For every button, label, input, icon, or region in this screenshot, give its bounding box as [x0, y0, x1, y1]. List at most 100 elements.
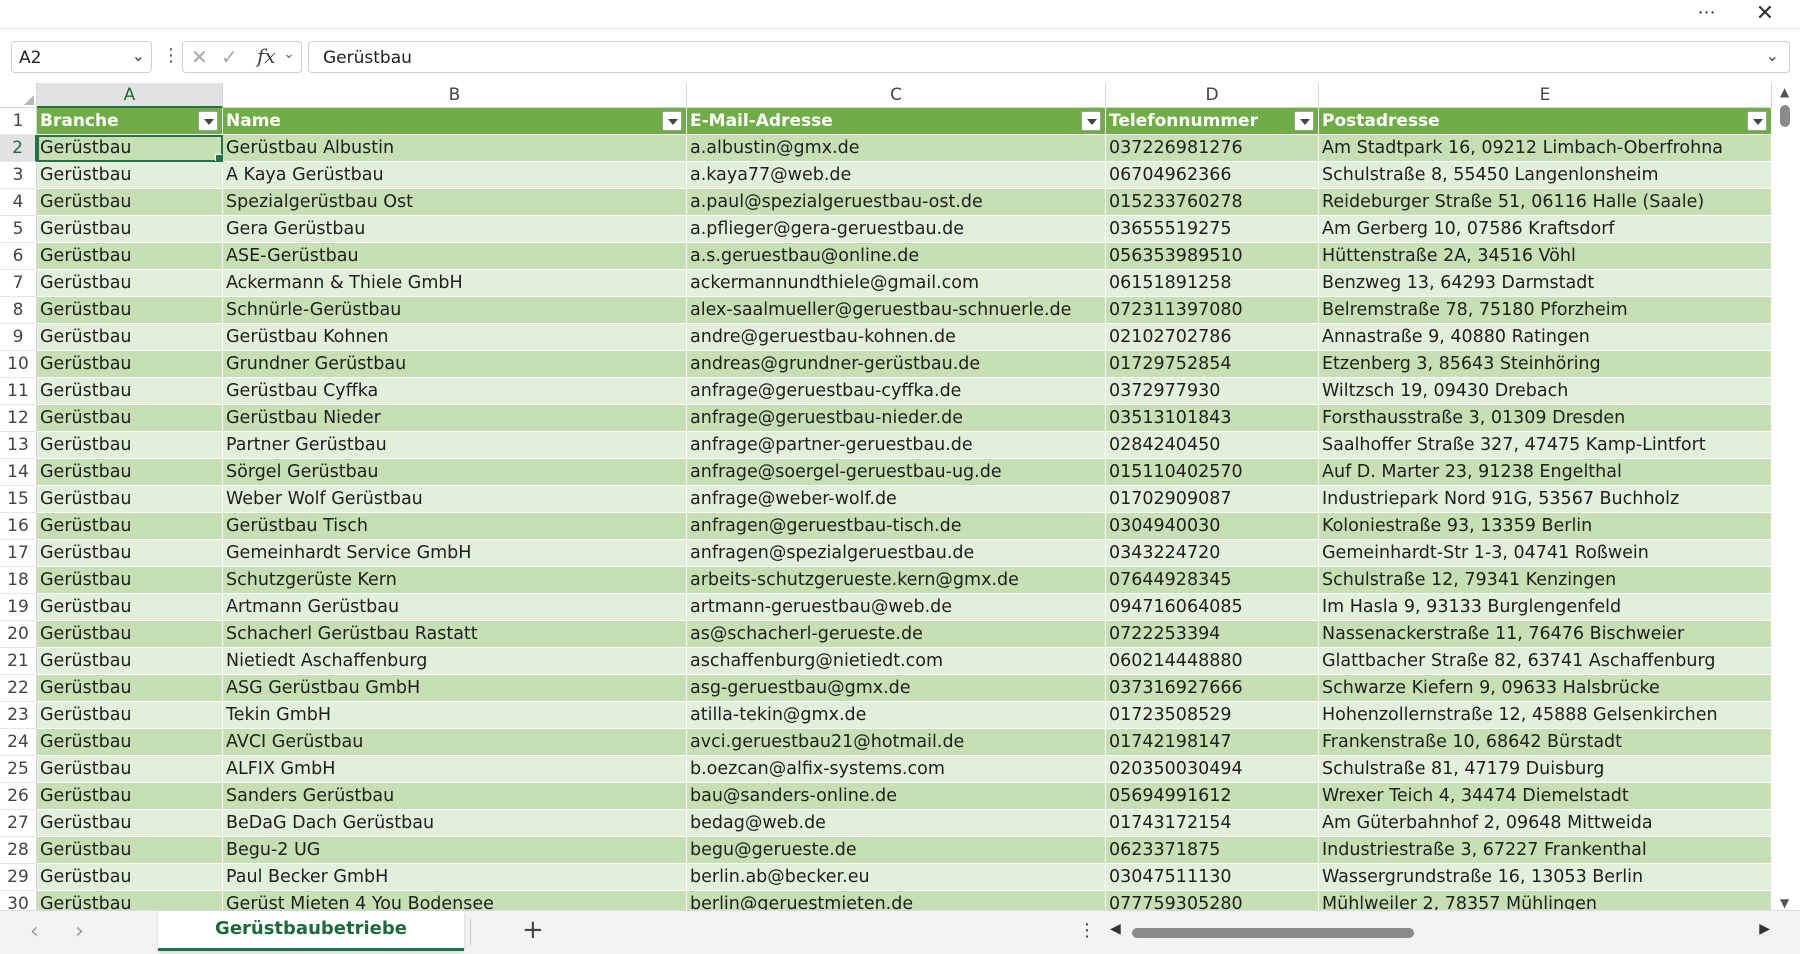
table-cell[interactable]: 0722253394 [1106, 621, 1319, 648]
filter-dropdown-icon[interactable] [198, 111, 218, 131]
table-cell[interactable]: andreas@grundner-gerüstbau.de [687, 351, 1106, 378]
table-cell[interactable]: 015110402570 [1106, 459, 1319, 486]
table-cell[interactable]: Artmann Gerüstbau [223, 594, 687, 621]
table-cell[interactable]: 06151891258 [1106, 270, 1319, 297]
row-number[interactable]: 10 [0, 351, 37, 378]
row-number[interactable]: 26 [0, 783, 37, 810]
select-all-corner[interactable] [0, 83, 37, 108]
table-cell[interactable]: avci.geruestbau21@hotmail.de [687, 729, 1106, 756]
table-cell[interactable]: Gerüstbau Cyffka [223, 378, 687, 405]
table-cell[interactable]: Frankenstraße 10, 68642 Bürstadt [1319, 729, 1772, 756]
close-icon[interactable]: ✕ [1750, 1, 1780, 27]
table-cell[interactable]: 037316927666 [1106, 675, 1319, 702]
table-cell[interactable]: Gerüstbau [37, 432, 223, 459]
table-cell[interactable]: 05694991612 [1106, 783, 1319, 810]
table-cell[interactable]: 03655519275 [1106, 216, 1319, 243]
row-number[interactable]: 13 [0, 432, 37, 459]
table-cell[interactable]: Gerüstbau [37, 135, 223, 162]
table-cell[interactable]: Gerüstbau [37, 675, 223, 702]
next-sheet-icon[interactable]: › [75, 919, 84, 944]
table-cell[interactable]: Industriestraße 3, 67227 Frankenthal [1319, 837, 1772, 864]
table-cell[interactable]: Gerüstbau Albustin [223, 135, 687, 162]
table-cell[interactable]: Gerüstbau [37, 189, 223, 216]
table-cell[interactable]: atilla-tekin@gmx.de [687, 702, 1106, 729]
table-cell[interactable]: 01702909087 [1106, 486, 1319, 513]
table-cell[interactable]: Partner Gerüstbau [223, 432, 687, 459]
table-cell[interactable]: Gerüstbau [37, 729, 223, 756]
table-cell[interactable]: Wiltzsch 19, 09430 Drebach [1319, 378, 1772, 405]
table-cell[interactable]: Forsthausstraße 3, 01309 Dresden [1319, 405, 1772, 432]
table-cell[interactable]: Gemeinhardt-Str 1-3, 04741 Roßwein [1319, 540, 1772, 567]
scroll-right-icon[interactable]: ▶ [1759, 921, 1770, 937]
table-cell[interactable]: a.albustin@gmx.de [687, 135, 1106, 162]
table-cell[interactable]: 0284240450 [1106, 432, 1319, 459]
table-cell[interactable]: 06704962366 [1106, 162, 1319, 189]
row-number[interactable]: 12 [0, 405, 37, 432]
table-cell[interactable]: 015233760278 [1106, 189, 1319, 216]
table-cell[interactable]: 056353989510 [1106, 243, 1319, 270]
table-cell[interactable]: Annastraße 9, 40880 Ratingen [1319, 324, 1772, 351]
table-cell[interactable]: Glattbacher Straße 82, 63741 Aschaffenbu… [1319, 648, 1772, 675]
row-number[interactable]: 2 [0, 135, 37, 162]
row-number[interactable]: 22 [0, 675, 37, 702]
row-number[interactable]: 4 [0, 189, 37, 216]
table-cell[interactable]: Hohenzollernstraße 12, 45888 Gelsenkirch… [1319, 702, 1772, 729]
row-number[interactable]: 19 [0, 594, 37, 621]
table-cell[interactable]: Gerüstbau [37, 351, 223, 378]
table-cell[interactable]: Gerüst Mieten 4 You Bodensee [223, 891, 687, 910]
table-cell[interactable]: Weber Wolf Gerüstbau [223, 486, 687, 513]
table-cell[interactable]: anfrage@soergel-geruestbau-ug.de [687, 459, 1106, 486]
table-cell[interactable]: Gerüstbau [37, 567, 223, 594]
table-cell[interactable]: a.s.geruestbau@online.de [687, 243, 1106, 270]
table-cell[interactable]: Schnürle-Gerüstbau [223, 297, 687, 324]
table-cell[interactable]: anfragen@geruestbau-tisch.de [687, 513, 1106, 540]
add-sheet-icon[interactable]: + [522, 915, 544, 945]
expand-formula-icon[interactable]: ⌄ [1766, 46, 1779, 65]
table-cell[interactable]: Gerüstbau [37, 810, 223, 837]
table-cell[interactable]: ASE-Gerüstbau [223, 243, 687, 270]
table-cell[interactable]: Mühlweiler 2, 78357 Mühlingen [1319, 891, 1772, 910]
table-cell[interactable]: Gerüstbau [37, 162, 223, 189]
table-cell[interactable]: Begu-2 UG [223, 837, 687, 864]
table-cell[interactable]: Gerüstbau [37, 243, 223, 270]
table-cell[interactable]: 072311397080 [1106, 297, 1319, 324]
table-cell[interactable]: 0304940030 [1106, 513, 1319, 540]
table-cell[interactable]: Paul Becker GmbH [223, 864, 687, 891]
filter-dropdown-icon[interactable] [1081, 111, 1101, 131]
row-number[interactable]: 6 [0, 243, 37, 270]
table-cell[interactable]: BeDaG Dach Gerüstbau [223, 810, 687, 837]
row-number[interactable]: 8 [0, 297, 37, 324]
table-cell[interactable]: Belremstraße 78, 75180 Pforzheim [1319, 297, 1772, 324]
table-cell[interactable]: Schulstraße 12, 79341 Kenzingen [1319, 567, 1772, 594]
table-cell[interactable]: ALFIX GmbH [223, 756, 687, 783]
table-cell[interactable]: Sanders Gerüstbau [223, 783, 687, 810]
table-cell[interactable]: 03513101843 [1106, 405, 1319, 432]
table-cell[interactable]: andre@geruestbau-kohnen.de [687, 324, 1106, 351]
enter-icon[interactable]: ✓ [221, 45, 238, 69]
row-number[interactable]: 1 [0, 108, 37, 135]
vertical-dots-icon[interactable]: ⋮ [162, 43, 180, 69]
table-cell[interactable]: Auf D. Marter 23, 91238 Engelthal [1319, 459, 1772, 486]
row-number[interactable]: 7 [0, 270, 37, 297]
table-cell[interactable]: Nassenackerstraße 11, 76476 Bischweier [1319, 621, 1772, 648]
table-cell[interactable]: Gemeinhardt Service GmbH [223, 540, 687, 567]
table-cell[interactable]: Nietiedt Aschaffenburg [223, 648, 687, 675]
filter-dropdown-icon[interactable] [1747, 111, 1767, 131]
row-number[interactable]: 21 [0, 648, 37, 675]
row-number[interactable]: 18 [0, 567, 37, 594]
table-cell[interactable]: Wrexer Teich 4, 34474 Diemelstadt [1319, 783, 1772, 810]
table-cell[interactable]: ASG Gerüstbau GmbH [223, 675, 687, 702]
table-cell[interactable]: Gera Gerüstbau [223, 216, 687, 243]
table-cell[interactable]: Gerüstbau [37, 486, 223, 513]
table-cell[interactable]: Gerüstbau [37, 324, 223, 351]
table-cell[interactable]: 03047511130 [1106, 864, 1319, 891]
table-cell[interactable]: anfrage@weber-wolf.de [687, 486, 1106, 513]
table-cell[interactable]: Gerüstbau [37, 297, 223, 324]
row-number[interactable]: 16 [0, 513, 37, 540]
row-number[interactable]: 17 [0, 540, 37, 567]
header-cell-postadresse[interactable]: Postadresse [1319, 108, 1772, 135]
column-header-b[interactable]: B [223, 83, 687, 108]
table-cell[interactable]: bedag@web.de [687, 810, 1106, 837]
row-number[interactable]: 28 [0, 837, 37, 864]
table-cell[interactable]: 01729752854 [1106, 351, 1319, 378]
